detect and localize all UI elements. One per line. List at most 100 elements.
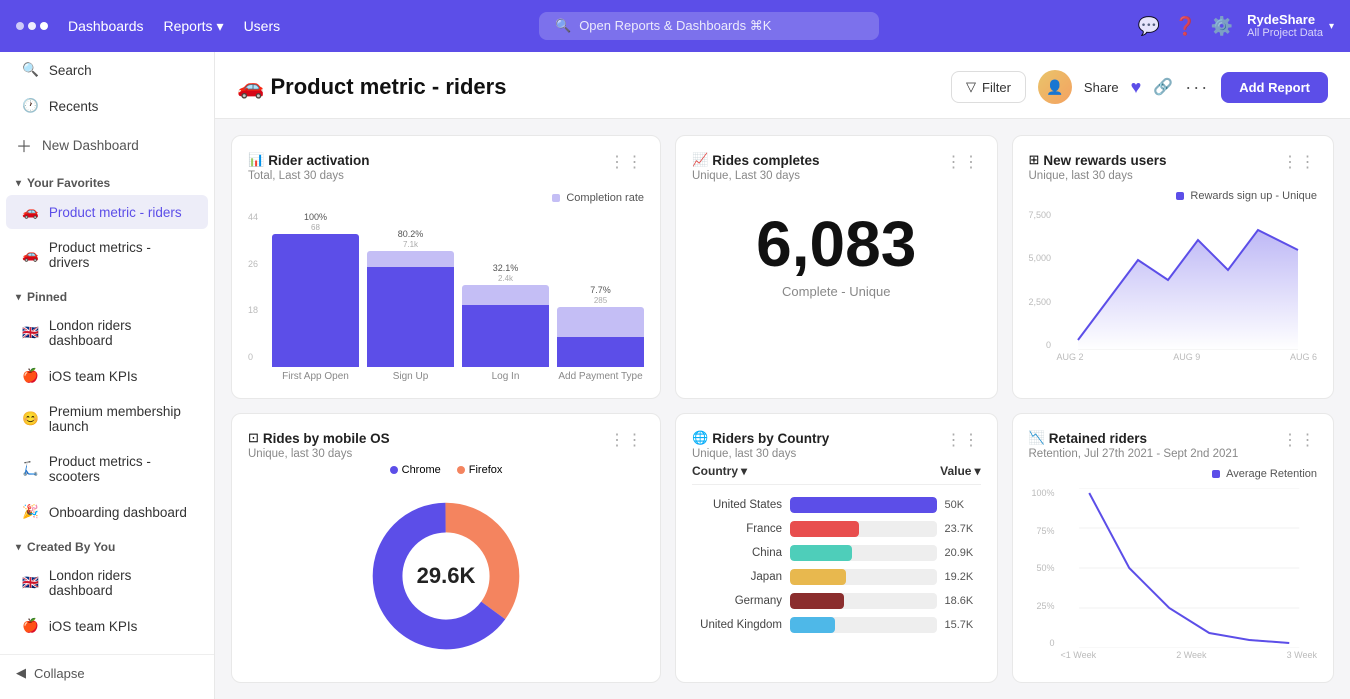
table-row: China 20.9K	[692, 545, 981, 561]
new-rewards-chart: Rewards sign up - Unique 7,5005,0002,500…	[1029, 190, 1318, 362]
card-options-icon[interactable]: ⋮⋮	[609, 430, 644, 450]
sidebar-item-label: London riders dashboard	[49, 568, 192, 598]
search-box[interactable]: 🔍 Open Reports & Dashboards ⌘K	[539, 12, 879, 40]
retention-svg	[1061, 488, 1318, 648]
bar-track	[790, 593, 937, 609]
bar-group-payment: 7.7%285 Add Payment Type	[557, 212, 644, 382]
more-options-icon[interactable]: ···	[1185, 77, 1209, 98]
settings-icon[interactable]: ⚙️	[1211, 16, 1233, 37]
sidebar-item-label: London riders dashboard	[49, 318, 192, 348]
card-title: New rewards users	[1043, 153, 1166, 168]
donut-center-value: 29.6K	[417, 563, 476, 589]
add-report-button[interactable]: Add Report	[1221, 72, 1328, 103]
card-options-icon[interactable]: ⋮⋮	[1282, 430, 1317, 450]
created-section-header[interactable]: ▾ Created By You	[0, 530, 214, 558]
sidebar-item-scooters[interactable]: 🛴 Product metrics - scooters	[6, 445, 208, 493]
uk-flag-icon: 🇬🇧	[22, 325, 39, 341]
country-label: Germany	[692, 595, 782, 607]
share-button[interactable]: Share	[1084, 80, 1119, 95]
big-number: 6,083	[692, 212, 981, 276]
col-value[interactable]: Value ▾	[940, 464, 980, 478]
card-rides-mobile-os: ⊡ Rides by mobile OS Unique, last 30 day…	[231, 413, 661, 683]
filter-label: Filter	[982, 80, 1011, 95]
search-icon: 🔍	[555, 18, 571, 34]
sidebar-item-created-ios[interactable]: 🍎 iOS team KPIs	[6, 609, 208, 643]
main-content: 🚗 Product metric - riders ▽ Filter 👤 Sha…	[215, 52, 1350, 699]
card-options-icon[interactable]: ⋮⋮	[946, 152, 981, 172]
bar-fill	[272, 234, 359, 367]
legend-label: Completion rate	[566, 192, 644, 204]
bars-container: 4426180 100%68 First App Open 80.2%7.1k	[248, 212, 644, 382]
logo[interactable]	[16, 22, 48, 30]
legend-label: Rewards sign up - Unique	[1190, 190, 1317, 202]
bar-label: 80.2%7.1k	[398, 229, 424, 249]
plus-icon: ＋	[16, 133, 32, 157]
horizontal-bar-container: United States 50K France 23.7K	[692, 497, 981, 633]
bar-xlabel: Sign Up	[393, 371, 429, 382]
sidebar-item-label: iOS team KPIs	[49, 619, 138, 634]
car-emoji-icon: 🚗	[22, 204, 39, 220]
col-country[interactable]: Country ▾	[692, 464, 747, 478]
apple-icon: 🍎	[22, 618, 39, 634]
sidebar-new-dashboard[interactable]: ＋ New Dashboard	[0, 124, 214, 166]
sidebar-item-london-riders[interactable]: 🇬🇧 London riders dashboard	[6, 309, 208, 357]
pinned-section-header[interactable]: ▾ Pinned	[0, 280, 214, 308]
sidebar-item-ios-kpis[interactable]: 🍎 iOS team KPIs	[6, 359, 208, 393]
nav-reports[interactable]: Reports ▾	[164, 18, 224, 35]
bar-light	[462, 285, 549, 305]
link-icon[interactable]: 🔗	[1153, 77, 1173, 97]
bar-value: 18.6K	[945, 595, 981, 607]
help-icon[interactable]: ❓	[1174, 16, 1196, 37]
scooter-icon: 🛴	[22, 461, 39, 477]
favorites-label: Your Favorites	[27, 176, 110, 190]
smile-icon: 😊	[22, 411, 39, 427]
bar-fill	[790, 569, 846, 585]
bar-xlabel: Add Payment Type	[558, 371, 642, 382]
table-row: Germany 18.6K	[692, 593, 981, 609]
bar-dark	[462, 305, 549, 367]
nav-dashboards[interactable]: Dashboards	[68, 18, 144, 34]
card-options-icon[interactable]: ⋮⋮	[609, 152, 644, 172]
recents-label: Recents	[49, 99, 99, 114]
bar-value: 50K	[945, 499, 981, 511]
user-menu[interactable]: RydeShare All Project Data ▾	[1247, 12, 1334, 41]
bar-fill	[790, 617, 835, 633]
bar-xlabel: Log In	[492, 371, 520, 382]
bar-chart-icon: 📊	[248, 152, 264, 168]
country-label: Japan	[692, 571, 782, 583]
bar-group-signup: 80.2%7.1k Sign Up	[367, 212, 454, 382]
bar-fill	[790, 545, 852, 561]
country-label: United States	[692, 499, 782, 511]
card-title: Rides by mobile OS	[263, 431, 390, 446]
card-options-icon[interactable]: ⋮⋮	[946, 430, 981, 450]
sidebar-item-label: iOS team KPIs	[49, 369, 138, 384]
card-options-icon[interactable]: ⋮⋮	[1282, 152, 1317, 172]
topnav-right: 💬 ❓ ⚙️ RydeShare All Project Data ▾	[1138, 12, 1334, 41]
sidebar-item-label: Product metric - riders	[49, 205, 182, 220]
heart-icon[interactable]: ♥	[1131, 77, 1142, 98]
bar-label: 32.1%2.4k	[493, 263, 519, 283]
sidebar-item-premium-membership[interactable]: 😊 Premium membership launch	[6, 395, 208, 443]
nav-users[interactable]: Users	[244, 18, 281, 34]
country-label: France	[692, 523, 782, 535]
sidebar-item-product-metrics-drivers[interactable]: 🚗 Product metrics - drivers	[6, 231, 208, 279]
bar-xlabel: First App Open	[282, 371, 349, 382]
country-label: China	[692, 547, 782, 559]
user-chevron-icon: ▾	[1329, 21, 1334, 32]
sidebar-collapse[interactable]: ◀ Collapse	[0, 654, 214, 691]
recents-icon: 🕐	[22, 98, 39, 114]
card-title: Rider activation	[268, 153, 369, 168]
notifications-icon[interactable]: 💬	[1138, 16, 1160, 37]
sidebar-item-onboarding[interactable]: 🎉 Onboarding dashboard	[6, 495, 208, 529]
filter-button[interactable]: ▽ Filter	[951, 71, 1026, 103]
sidebar-search[interactable]: 🔍 Search	[6, 53, 208, 87]
sidebar-item-product-metric-riders[interactable]: 🚗 Product metric - riders	[6, 195, 208, 229]
bar-track	[790, 521, 937, 537]
chevron-down-icon: ▾	[974, 464, 980, 478]
favorites-section-header[interactable]: ▾ Your Favorites	[0, 166, 214, 194]
chevron-icon: ▾	[16, 542, 21, 553]
sidebar-recents[interactable]: 🕐 Recents	[6, 89, 208, 123]
bar-light	[557, 307, 644, 337]
user-name: RydeShare	[1247, 12, 1323, 28]
sidebar-item-created-london[interactable]: 🇬🇧 London riders dashboard	[6, 559, 208, 607]
